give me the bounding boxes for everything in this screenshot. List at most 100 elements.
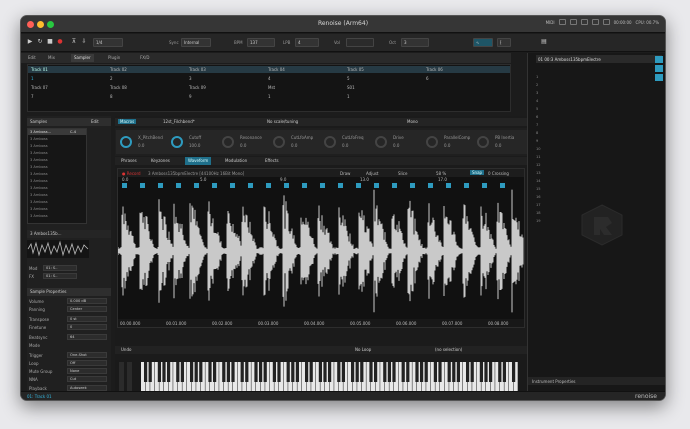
fx-select[interactable]: 01: S..: [43, 273, 77, 279]
sync-select[interactable]: Internal: [181, 38, 211, 47]
selected-sample-bar[interactable]: 3 Ambos135b...: [27, 230, 111, 238]
adjust-button[interactable]: Adjust: [366, 171, 379, 176]
sample-item[interactable]: 3 Amboss: [30, 144, 48, 148]
draw-button[interactable]: Draw: [340, 171, 350, 176]
macro-knob[interactable]: Drive 0.0: [371, 130, 426, 154]
loop-mode-select[interactable]: No Loop: [355, 346, 371, 354]
track-cell-07[interactable]: Track 07: [31, 85, 48, 90]
bpm-field[interactable]: 137: [247, 38, 275, 47]
track-cell-01[interactable]: Track 01: [31, 67, 48, 72]
sample-item[interactable]: 3 Amboss: [30, 186, 48, 190]
instrument-properties-header[interactable]: Instrument Properties: [528, 377, 665, 385]
octave-field[interactable]: 3: [401, 38, 429, 47]
record-icon[interactable]: [580, 19, 588, 25]
follow-icon[interactable]: ⇩: [81, 39, 87, 45]
macro-knob[interactable]: Resonance 0.0: [218, 130, 273, 154]
sample-item[interactable]: 3 Amboss: [30, 200, 48, 204]
sample-item[interactable]: 3 Amboss: [30, 207, 48, 211]
scope-icon[interactable]: ∿: [473, 38, 493, 47]
side-tool-icon[interactable]: [655, 56, 663, 63]
macro-knob[interactable]: X_PitchBend 0.0: [116, 130, 171, 154]
spectrum-icon[interactable]: ⁅: [497, 38, 511, 47]
knob-icon[interactable]: [120, 136, 132, 148]
scale-select[interactable]: No scale/tuning: [267, 118, 298, 126]
metronome-icon[interactable]: ⊼: [71, 39, 77, 45]
macro-knob[interactable]: CutLfoFreq 0.0: [320, 130, 375, 154]
macro-knob[interactable]: CutLfoAmp 0.0: [269, 130, 324, 154]
tab-effects[interactable]: Effects: [265, 157, 279, 165]
prop-value[interactable]: None: [67, 368, 107, 374]
settings-icon[interactable]: [591, 19, 599, 25]
track-cell-06[interactable]: Track 06: [426, 67, 443, 72]
lpb-field[interactable]: 4: [295, 38, 319, 47]
macro-knob[interactable]: ParallelComp 0.0: [422, 130, 477, 154]
knob-icon[interactable]: [171, 136, 183, 148]
zoom-field[interactable]: 58 %: [436, 171, 446, 176]
knob-icon[interactable]: [426, 136, 438, 148]
disk-icon[interactable]: [569, 19, 577, 25]
track-cell-02[interactable]: Track 02: [110, 67, 127, 72]
record-sample-button[interactable]: ● Record: [122, 171, 141, 176]
tab-phrases[interactable]: Phrases: [121, 157, 137, 165]
volume-slider[interactable]: [346, 38, 374, 47]
zero-crossing-select[interactable]: 0 Crossing: [488, 171, 509, 176]
record-button[interactable]: ●: [57, 39, 63, 45]
track-cell-04[interactable]: Track 04: [268, 67, 285, 72]
prop-value[interactable]: 0.000 dB: [67, 298, 107, 304]
loop-icon[interactable]: ↻: [37, 39, 43, 45]
track-cell-master[interactable]: Mst: [268, 85, 275, 90]
prop-value[interactable]: 0: [67, 324, 107, 330]
knob-icon[interactable]: [477, 136, 489, 148]
tab-keyzones[interactable]: Keyzones: [151, 157, 170, 165]
tab-plugin[interactable]: Plugin: [105, 54, 123, 62]
sample-item[interactable]: 3 Amboss: [30, 214, 48, 218]
sample-item[interactable]: 3 Amboss: [30, 151, 48, 155]
side-tool-icon[interactable]: [655, 65, 663, 72]
prop-value[interactable]: 64: [67, 334, 107, 340]
side-tool-icon[interactable]: [655, 74, 663, 81]
track-cell-08[interactable]: Track 08: [110, 85, 127, 90]
prop-value[interactable]: Off: [67, 360, 107, 366]
play-icon[interactable]: ▶: [27, 39, 33, 45]
sample-item[interactable]: 3 Amboss: [30, 193, 48, 197]
prop-value[interactable]: One-Shot: [67, 352, 107, 358]
prop-value[interactable]: Cut: [67, 376, 107, 382]
slice-button[interactable]: Slice: [398, 171, 407, 176]
undo-button[interactable]: Undo: [121, 346, 131, 354]
waveform-editor[interactable]: ● Record 3 Amboss135bpmElectre [44100Hz …: [117, 168, 525, 328]
tab-sampler[interactable]: Sampler: [71, 54, 94, 62]
prop-value[interactable]: 0 st: [67, 316, 107, 322]
knob-icon[interactable]: [273, 136, 285, 148]
sample-item[interactable]: 3 Amboss: [30, 137, 48, 141]
tab-modulation[interactable]: Modulation: [225, 157, 247, 165]
knob-icon[interactable]: [324, 136, 336, 148]
track-cell-09[interactable]: Track 09: [189, 85, 206, 90]
macro-knob[interactable]: PB Inertia 0.0: [473, 130, 528, 154]
mod-select[interactable]: 01: S..: [43, 265, 77, 271]
sample-item[interactable]: 3 Amboss: [30, 179, 48, 183]
sample-item[interactable]: 3 Amboss...: [30, 130, 51, 134]
tab-waveform[interactable]: Waveform: [185, 157, 212, 165]
prop-value[interactable]: Center: [67, 306, 107, 312]
knob-icon[interactable]: [375, 136, 387, 148]
disk-browser-icon[interactable]: ▤: [541, 39, 547, 45]
samples-edit-button[interactable]: Edit: [91, 118, 99, 126]
knob-icon[interactable]: [222, 136, 234, 148]
tab-fx[interactable]: FX/D: [137, 54, 152, 62]
waveform-display[interactable]: [118, 183, 524, 319]
track-cell-03[interactable]: Track 03: [189, 67, 206, 72]
sample-item[interactable]: 3 Amboss: [30, 165, 48, 169]
macro-knob[interactable]: Cutoff 100.0: [167, 130, 222, 154]
sample-list[interactable]: 3 Amboss... C-4 3 Amboss 3 Amboss 3 Ambo…: [27, 128, 87, 224]
layout-icon[interactable]: [602, 19, 610, 25]
tab-edit[interactable]: Edit: [25, 54, 39, 62]
tab-mix[interactable]: Mix: [45, 54, 58, 62]
sample-item[interactable]: 3 Amboss: [30, 158, 48, 162]
snap-toggle[interactable]: Snap: [470, 170, 485, 175]
track-cell-send[interactable]: S01: [347, 85, 355, 90]
macros-toggle[interactable]: Macros: [118, 119, 137, 124]
track-cell-05[interactable]: Track 05: [347, 67, 364, 72]
instrument-header[interactable]: 01 00:3 Amboss135bpmElectre: [536, 55, 662, 63]
stop-icon[interactable]: ■: [47, 39, 53, 45]
instrument-name[interactable]: 12st_Filchbend*: [163, 118, 195, 126]
